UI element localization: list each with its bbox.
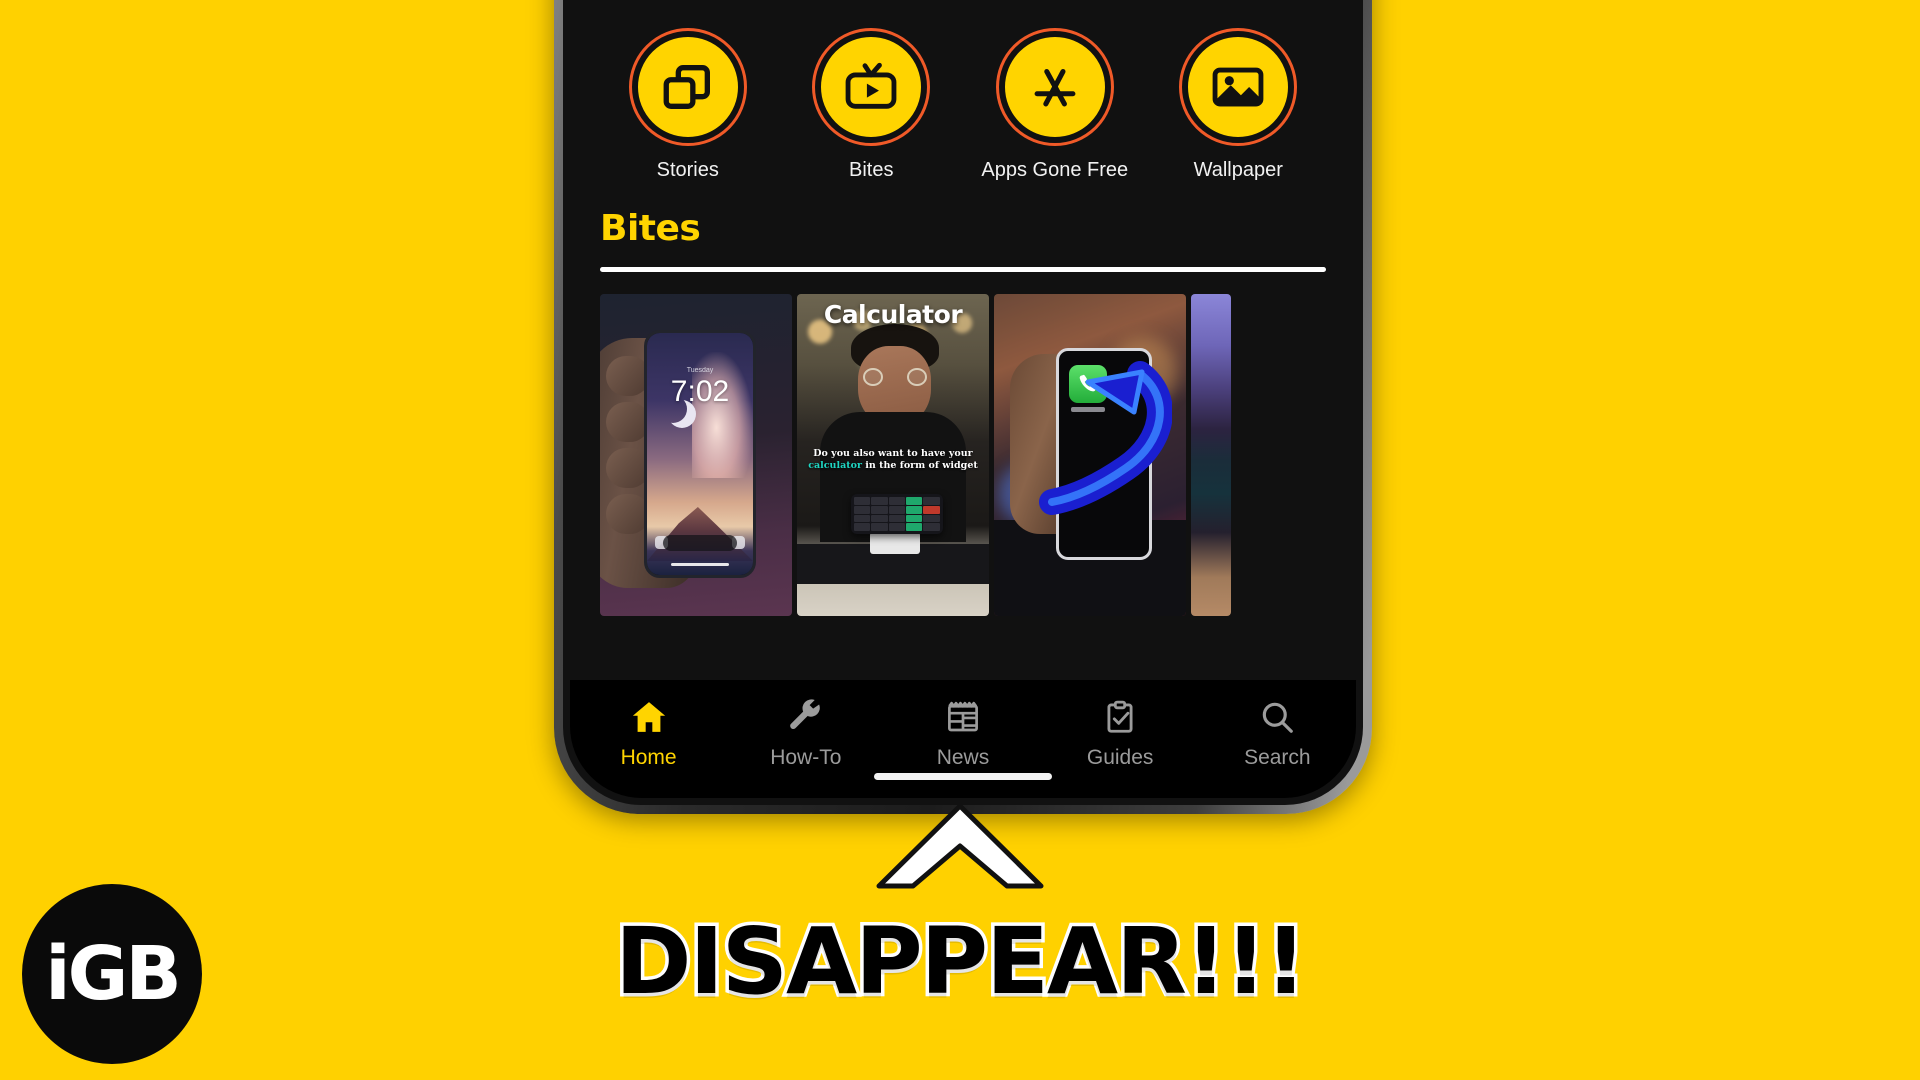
tab-how-to[interactable]: How-To (731, 696, 881, 770)
tab-label: News (936, 746, 990, 769)
home-icon (574, 696, 724, 738)
bite-card-blue-arrow[interactable] (994, 294, 1186, 616)
lockscreen-time: 7:02 (670, 375, 730, 408)
story-item-apps-gone-free[interactable]: Apps Gone Free (970, 28, 1140, 182)
newspaper-icon (888, 696, 1038, 738)
bites-section: Bites Tuesday 7:02 Calculator Do you als… (570, 182, 1356, 680)
card-caption: Do you also want to have your calculator… (803, 448, 983, 472)
phone-device-mockup: Stories Bites Apps Gone Free Wallpaper B… (554, 0, 1372, 814)
phone-screen: Stories Bites Apps Gone Free Wallpaper B… (570, 0, 1356, 798)
bite-card-partial[interactable] (1191, 294, 1231, 616)
story-label: Apps Gone Free (981, 159, 1129, 181)
tab-guides[interactable]: Guides (1045, 696, 1195, 770)
section-divider (600, 267, 1326, 272)
stories-strip: Stories Bites Apps Gone Free Wallpaper (570, 0, 1356, 182)
caption-line-1: Do you also want to have your (813, 448, 973, 459)
bites-card-carousel[interactable]: Tuesday 7:02 Calculator Do you also want… (600, 294, 1326, 616)
tab-search[interactable]: Search (1202, 696, 1352, 770)
story-label: Bites (849, 159, 894, 181)
tab-label: Guides (1086, 746, 1154, 769)
calculator-device (850, 494, 943, 534)
inner-home-indicator (671, 563, 729, 566)
stack-squares-icon (635, 35, 740, 139)
phone-stand (869, 532, 920, 554)
tab-label: How-To (770, 746, 842, 769)
calculator-keys (853, 497, 940, 531)
card-overlay-title: Calculator (823, 300, 963, 329)
story-label: Stories (656, 159, 719, 181)
swipe-hint-pill (663, 535, 737, 551)
story-ring (995, 28, 1114, 146)
bottom-tab-bar: Home How-To News Guides Search (570, 680, 1356, 798)
app-store-icon (1002, 35, 1107, 139)
tab-label: Search (1244, 746, 1311, 769)
bite-card-calculator[interactable]: Calculator Do you also want to have your… (797, 294, 989, 616)
image-photo-icon (1186, 35, 1291, 139)
story-item-bites[interactable]: Bites (786, 28, 956, 182)
lockscreen-date: Tuesday (686, 367, 714, 374)
story-ring (812, 28, 931, 146)
story-item-stories[interactable]: Stories (603, 28, 773, 182)
clipboard-check-icon (1045, 696, 1195, 738)
wrench-icon (731, 696, 881, 738)
blue-curved-arrow-icon (1039, 361, 1172, 515)
tab-news[interactable]: News (888, 696, 1038, 770)
story-ring (628, 28, 747, 146)
bite-card-lockscreen[interactable]: Tuesday 7:02 (600, 294, 792, 616)
phone-bezel: Stories Bites Apps Gone Free Wallpaper B… (563, 0, 1363, 805)
story-ring (1179, 28, 1298, 146)
tv-play-icon (819, 35, 924, 139)
magnifier-icon (1202, 696, 1352, 738)
bites-section-title: Bites (600, 208, 701, 249)
caption-highlight: calculator (808, 460, 862, 472)
story-item-wallpaper[interactable]: Wallpaper (1153, 28, 1323, 182)
headline-disappear: DISAPPEAR!!! (612, 905, 1311, 1019)
home-indicator (874, 773, 1052, 780)
tab-label: Home (620, 746, 677, 769)
chevron-up-icon (876, 803, 1044, 889)
card-background (1191, 294, 1231, 616)
tab-home[interactable]: Home (574, 696, 724, 770)
inner-phone-mockup: Tuesday 7:02 (644, 330, 756, 578)
caption-line-2: in the form of widget (861, 460, 978, 472)
glasses-icon (855, 368, 936, 386)
story-label: Wallpaper (1193, 159, 1283, 181)
